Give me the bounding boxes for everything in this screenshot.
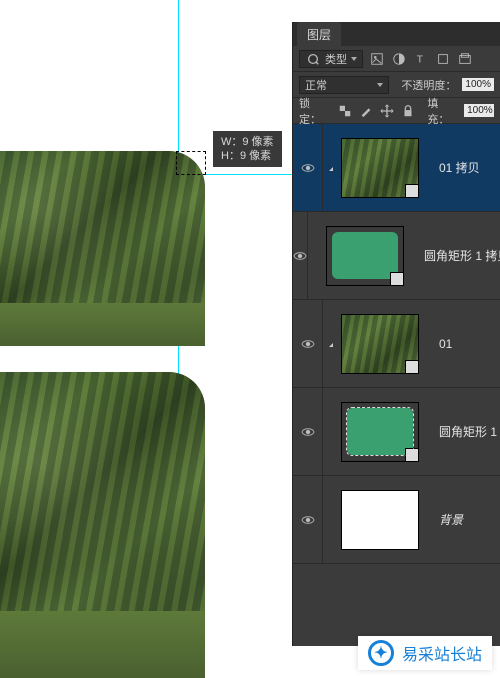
layers-list: 01 拷贝圆角矩形 1 拷贝 01 圆角矩形 1 背景 bbox=[293, 124, 500, 646]
visibility-toggle[interactable] bbox=[293, 300, 323, 387]
layer-thumbnail[interactable] bbox=[341, 314, 419, 374]
chevron-down-icon bbox=[351, 57, 357, 61]
lock-all-icon[interactable] bbox=[400, 103, 415, 119]
tooltip-width: W：9 像素 bbox=[221, 135, 274, 149]
clip-indicator-icon bbox=[327, 163, 337, 173]
filter-text-icon[interactable]: T bbox=[413, 51, 429, 67]
filter-type-label: 类型 bbox=[325, 51, 347, 67]
thumbnail-badge-icon bbox=[405, 360, 419, 374]
filter-pixel-icon[interactable] bbox=[369, 51, 385, 67]
fill-label: 填充： bbox=[427, 95, 458, 127]
layer-row[interactable]: 圆角矩形 1 bbox=[293, 388, 500, 476]
watermark: ✦ 易采站长站 bbox=[358, 636, 492, 670]
layer-thumbnail[interactable] bbox=[341, 138, 419, 198]
thumbnail-badge-icon bbox=[390, 272, 404, 286]
fill-value[interactable]: 100% bbox=[464, 104, 494, 117]
layer-thumb-wrap bbox=[323, 402, 427, 462]
visibility-toggle[interactable] bbox=[293, 476, 323, 563]
layer-row[interactable]: 01 bbox=[293, 300, 500, 388]
filter-shape-icon[interactable] bbox=[435, 51, 451, 67]
blend-mode-dropdown[interactable]: 正常 bbox=[299, 76, 389, 94]
filter-smartobject-icon[interactable] bbox=[457, 51, 473, 67]
filter-row: 类型 T bbox=[293, 46, 500, 72]
visibility-toggle[interactable] bbox=[293, 124, 323, 211]
filter-adjustment-icon[interactable] bbox=[391, 51, 407, 67]
watermark-text: 易采站长站 bbox=[402, 641, 482, 665]
layer-thumb-wrap bbox=[308, 226, 412, 286]
thumbnail-badge-icon bbox=[405, 184, 419, 198]
panel-tab-bar: 图层 bbox=[293, 22, 500, 46]
layer-thumb-wrap bbox=[323, 314, 427, 374]
layer-thumb-wrap bbox=[323, 138, 427, 198]
blend-mode-value: 正常 bbox=[305, 77, 327, 93]
svg-text:T: T bbox=[417, 53, 424, 65]
chevron-down-icon bbox=[377, 83, 383, 87]
layer-name[interactable]: 01 拷贝 bbox=[427, 159, 480, 176]
layer-name[interactable]: 圆角矩形 1 bbox=[427, 423, 497, 440]
layer-thumbnail[interactable] bbox=[341, 490, 419, 550]
filter-icon bbox=[305, 51, 321, 67]
tab-layers[interactable]: 图层 bbox=[297, 22, 341, 46]
layer-thumb-wrap bbox=[323, 490, 427, 550]
layers-panel: 图层 类型 T 正常 不透明度： 100% 锁定： 填充： bbox=[292, 22, 500, 646]
tooltip-height: H：9 像素 bbox=[221, 149, 274, 163]
layer-thumbnail[interactable] bbox=[326, 226, 404, 286]
transform-tooltip: W：9 像素 H：9 像素 bbox=[213, 131, 282, 167]
layer-thumbnail[interactable] bbox=[341, 402, 419, 462]
opacity-label: 不透明度： bbox=[401, 77, 456, 93]
layer-row[interactable]: 圆角矩形 1 拷贝 bbox=[293, 212, 500, 300]
layer-row[interactable]: 背景 bbox=[293, 476, 500, 564]
opacity-value[interactable]: 100% bbox=[462, 78, 494, 91]
layer-name[interactable]: 背景 bbox=[427, 511, 463, 528]
clip-indicator-icon bbox=[327, 339, 337, 349]
layer-name[interactable]: 圆角矩形 1 拷贝 bbox=[412, 247, 500, 264]
lock-label: 锁定： bbox=[299, 95, 330, 127]
canvas-area[interactable]: W：9 像素 H：9 像素 bbox=[0, 0, 292, 678]
layer-row[interactable]: 01 拷贝 bbox=[293, 124, 500, 212]
lock-row: 锁定： 填充： 100% bbox=[293, 98, 500, 124]
watermark-icon: ✦ bbox=[368, 640, 394, 666]
lock-transparent-icon[interactable] bbox=[338, 103, 353, 119]
canvas-image-top[interactable] bbox=[0, 151, 205, 346]
thumbnail-badge-icon bbox=[405, 448, 419, 462]
lock-brush-icon[interactable] bbox=[359, 103, 374, 119]
filter-type-dropdown[interactable]: 类型 bbox=[299, 50, 363, 68]
lock-move-icon[interactable] bbox=[380, 103, 395, 119]
layer-name[interactable]: 01 bbox=[427, 337, 452, 351]
visibility-toggle[interactable] bbox=[293, 212, 308, 299]
transform-selection[interactable] bbox=[176, 151, 206, 175]
visibility-toggle[interactable] bbox=[293, 388, 323, 475]
canvas-image-bottom[interactable] bbox=[0, 372, 205, 678]
